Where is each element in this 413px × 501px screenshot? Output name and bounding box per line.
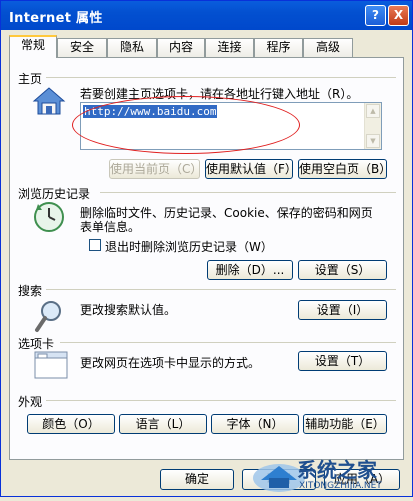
scroll-down-icon[interactable]: ▼ [366,134,380,148]
search-heading: 搜索 [18,284,43,298]
history-settings-button[interactable]: 设置（S） [298,260,387,280]
watermark-text: 系统之家 [297,458,377,482]
accessibility-button[interactable]: 辅助功能（E） [303,414,387,434]
help-button[interactable]: ? [365,5,386,26]
address-scrollbar[interactable]: ▲ ▼ [364,103,381,149]
watermark-logo: 系统之家 XITONGZHIJIA.NET [239,448,413,498]
use-default-button[interactable]: 使用默认值（F） [205,159,297,179]
tab-programs[interactable]: 程序 [254,38,303,57]
tabs-heading: 选项卡 [18,337,55,351]
internet-options-dialog: Internet 属性 ? X 常规 安全 隐私 内容 连接 程序 高级 主页 … [0,0,413,497]
history-description-line2: 表单信息。 [80,220,141,234]
delete-on-exit-label: 退出时删除浏览历史记录（W） [105,240,273,254]
search-separator [46,289,396,290]
tabs-description: 更改网页在选项卡中显示的方式。 [80,356,261,370]
tab-privacy[interactable]: 隐私 [107,38,157,57]
use-current-button[interactable]: 使用当前页（C） [109,159,202,179]
tabs-separator [60,342,396,343]
languages-button[interactable]: 语言（L） [119,414,207,434]
ok-button[interactable]: 确定 [160,469,234,490]
clock-refresh-icon [32,200,66,237]
home-icon [32,86,66,119]
general-panel: 主页 若要创建主页选项卡，请在各地址行键入地址（R）。 http://www.b… [9,57,404,460]
title-bar: Internet 属性 ? X [1,1,412,30]
tabbed-window-icon [34,351,68,382]
search-description: 更改搜索默认值。 [80,303,177,317]
use-blank-button[interactable]: 使用空白页（B） [298,159,391,179]
tab-content[interactable]: 内容 [157,38,205,57]
history-separator [100,192,396,193]
search-settings-button[interactable]: 设置（I） [298,300,387,320]
tab-general[interactable]: 常规 [9,35,57,58]
tabs-settings-button[interactable]: 设置（T） [298,351,387,371]
colors-button[interactable]: 颜色（O） [27,414,115,434]
red-highlight-ellipse [72,96,300,154]
scroll-up-icon[interactable]: ▲ [366,104,380,118]
delete-history-button[interactable]: 删除（D）... [207,260,293,280]
appearance-heading: 外观 [18,395,43,409]
tab-security[interactable]: 安全 [57,38,107,57]
home-separator [46,77,396,78]
watermark-subtext: XITONGZHIJIA.NET [299,481,382,491]
appearance-separator [46,400,396,401]
tab-connections[interactable]: 连接 [205,38,254,57]
close-button[interactable]: X [388,5,409,26]
home-heading: 主页 [18,72,43,86]
window-title: Internet 属性 [9,11,103,26]
tab-advanced[interactable]: 高级 [303,38,353,57]
delete-on-exit-checkbox[interactable] [89,239,101,251]
fonts-button[interactable]: 字体（N） [211,414,299,434]
magnifier-icon [34,299,64,336]
